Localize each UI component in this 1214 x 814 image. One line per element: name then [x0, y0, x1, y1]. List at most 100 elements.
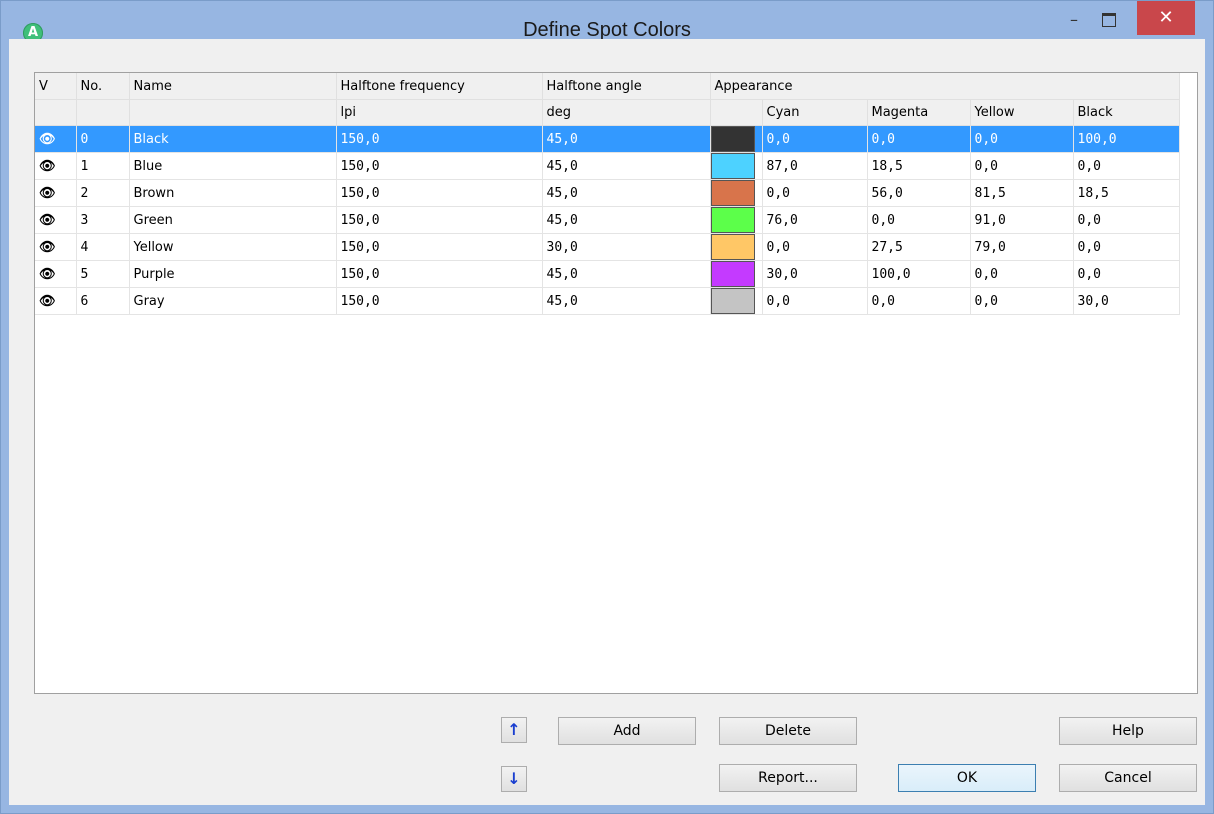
row-halftone-angle[interactable]: 30,0 [542, 233, 711, 261]
delete-button[interactable]: Delete [719, 717, 857, 745]
row-name[interactable]: Purple [129, 260, 337, 288]
col-header-visible[interactable]: V [35, 73, 77, 100]
row-name[interactable]: Blue [129, 152, 337, 180]
row-black[interactable]: 0,0 [1073, 233, 1180, 261]
row-no[interactable]: 4 [76, 233, 130, 261]
row-no[interactable]: 0 [76, 125, 130, 153]
row-cyan[interactable]: 0,0 [762, 287, 868, 315]
visible-toggle[interactable]: 👁 [35, 233, 77, 261]
row-cyan[interactable]: 0,0 [762, 179, 868, 207]
row-name[interactable]: Brown [129, 179, 337, 207]
row-yellow[interactable]: 0,0 [970, 260, 1074, 288]
row-halftone-frequency[interactable]: 150,0 [336, 233, 543, 261]
color-swatch[interactable] [710, 260, 763, 288]
visible-toggle[interactable]: 👁 [35, 260, 77, 288]
col-header-halftone-angle[interactable]: Halftone angle [542, 73, 711, 100]
cancel-button[interactable]: Cancel [1059, 764, 1197, 792]
row-halftone-frequency[interactable]: 150,0 [336, 152, 543, 180]
visible-toggle[interactable]: 👁 [35, 179, 77, 207]
row-halftone-frequency[interactable]: 150,0 [336, 179, 543, 207]
row-no[interactable]: 2 [76, 179, 130, 207]
row-no[interactable]: 5 [76, 260, 130, 288]
row-magenta[interactable]: 18,5 [867, 152, 971, 180]
table-row[interactable]: 👁 6 Gray 150,0 45,0 0,0 0,0 0,0 30,0 [35, 287, 1180, 315]
move-up-button[interactable]: ↑ [501, 717, 527, 743]
color-swatch[interactable] [710, 233, 763, 261]
row-cyan[interactable]: 76,0 [762, 206, 868, 234]
color-swatch[interactable] [710, 179, 763, 207]
row-magenta[interactable]: 0,0 [867, 206, 971, 234]
row-name[interactable]: Black [129, 125, 337, 153]
row-magenta[interactable]: 100,0 [867, 260, 971, 288]
row-yellow[interactable]: 0,0 [970, 287, 1074, 315]
visible-toggle[interactable]: 👁 [35, 125, 77, 153]
row-magenta[interactable]: 0,0 [867, 125, 971, 153]
table-row[interactable]: 👁 3 Green 150,0 45,0 76,0 0,0 91,0 0,0 [35, 206, 1180, 234]
row-magenta[interactable]: 56,0 [867, 179, 971, 207]
row-yellow[interactable]: 0,0 [970, 152, 1074, 180]
eye-icon[interactable]: 👁 [39, 294, 56, 309]
maximize-button[interactable] [1093, 7, 1123, 33]
row-no[interactable]: 3 [76, 206, 130, 234]
row-no[interactable]: 1 [76, 152, 130, 180]
row-black[interactable]: 0,0 [1073, 206, 1180, 234]
row-black[interactable]: 0,0 [1073, 152, 1180, 180]
row-halftone-frequency[interactable]: 150,0 [336, 260, 543, 288]
visible-toggle[interactable]: 👁 [35, 152, 77, 180]
row-magenta[interactable]: 27,5 [867, 233, 971, 261]
move-down-button[interactable]: ↓ [501, 766, 527, 792]
color-swatch[interactable] [710, 152, 763, 180]
color-swatch[interactable] [710, 125, 763, 153]
row-halftone-angle[interactable]: 45,0 [542, 287, 711, 315]
row-black[interactable]: 30,0 [1073, 287, 1180, 315]
eye-icon[interactable]: 👁 [39, 213, 56, 228]
col-header-name[interactable]: Name [129, 73, 337, 100]
row-name[interactable]: Green [129, 206, 337, 234]
table-row[interactable]: 👁 5 Purple 150,0 45,0 30,0 100,0 0,0 0,0 [35, 260, 1180, 288]
row-halftone-angle[interactable]: 45,0 [542, 125, 711, 153]
row-name[interactable]: Gray [129, 287, 337, 315]
row-yellow[interactable]: 79,0 [970, 233, 1074, 261]
ok-button[interactable]: OK [898, 764, 1036, 792]
row-cyan[interactable]: 0,0 [762, 233, 868, 261]
row-black[interactable]: 100,0 [1073, 125, 1180, 153]
col-header-halftone-frequency[interactable]: Halftone frequency [336, 73, 543, 100]
add-button[interactable]: Add [558, 717, 696, 745]
row-halftone-angle[interactable]: 45,0 [542, 206, 711, 234]
report-button[interactable]: Report... [719, 764, 857, 792]
col-header-no[interactable]: No. [76, 73, 130, 100]
visible-toggle[interactable]: 👁 [35, 287, 77, 315]
row-halftone-frequency[interactable]: 150,0 [336, 287, 543, 315]
help-button[interactable]: Help [1059, 717, 1197, 745]
eye-icon[interactable]: 👁 [39, 240, 56, 255]
row-no[interactable]: 6 [76, 287, 130, 315]
visible-toggle[interactable]: 👁 [35, 206, 77, 234]
row-yellow[interactable]: 0,0 [970, 125, 1074, 153]
color-swatch[interactable] [710, 287, 763, 315]
minimize-button[interactable]: – [1059, 7, 1089, 33]
row-black[interactable]: 18,5 [1073, 179, 1180, 207]
row-halftone-frequency[interactable]: 150,0 [336, 125, 543, 153]
row-yellow[interactable]: 91,0 [970, 206, 1074, 234]
spot-colors-grid[interactable]: V No. Name Halftone frequency Halftone a… [34, 72, 1198, 694]
table-row[interactable]: 👁 4 Yellow 150,0 30,0 0,0 27,5 79,0 0,0 [35, 233, 1180, 261]
col-header-appearance[interactable]: Appearance [710, 73, 1180, 100]
eye-icon[interactable]: 👁 [39, 132, 56, 147]
row-black[interactable]: 0,0 [1073, 260, 1180, 288]
table-row[interactable]: 👁 1 Blue 150,0 45,0 87,0 18,5 0,0 0,0 [35, 152, 1180, 180]
row-halftone-angle[interactable]: 45,0 [542, 260, 711, 288]
row-halftone-frequency[interactable]: 150,0 [336, 206, 543, 234]
close-button[interactable]: ✕ [1137, 1, 1195, 35]
eye-icon[interactable]: 👁 [39, 267, 56, 282]
row-name[interactable]: Yellow [129, 233, 337, 261]
row-magenta[interactable]: 0,0 [867, 287, 971, 315]
row-halftone-angle[interactable]: 45,0 [542, 152, 711, 180]
row-yellow[interactable]: 81,5 [970, 179, 1074, 207]
row-cyan[interactable]: 87,0 [762, 152, 868, 180]
table-row[interactable]: 👁 0 Black 150,0 45,0 0,0 0,0 0,0 100,0 [35, 125, 1180, 153]
table-row[interactable]: 👁 2 Brown 150,0 45,0 0,0 56,0 81,5 18,5 [35, 179, 1180, 207]
row-cyan[interactable]: 30,0 [762, 260, 868, 288]
eye-icon[interactable]: 👁 [39, 159, 56, 174]
color-swatch[interactable] [710, 206, 763, 234]
row-halftone-angle[interactable]: 45,0 [542, 179, 711, 207]
